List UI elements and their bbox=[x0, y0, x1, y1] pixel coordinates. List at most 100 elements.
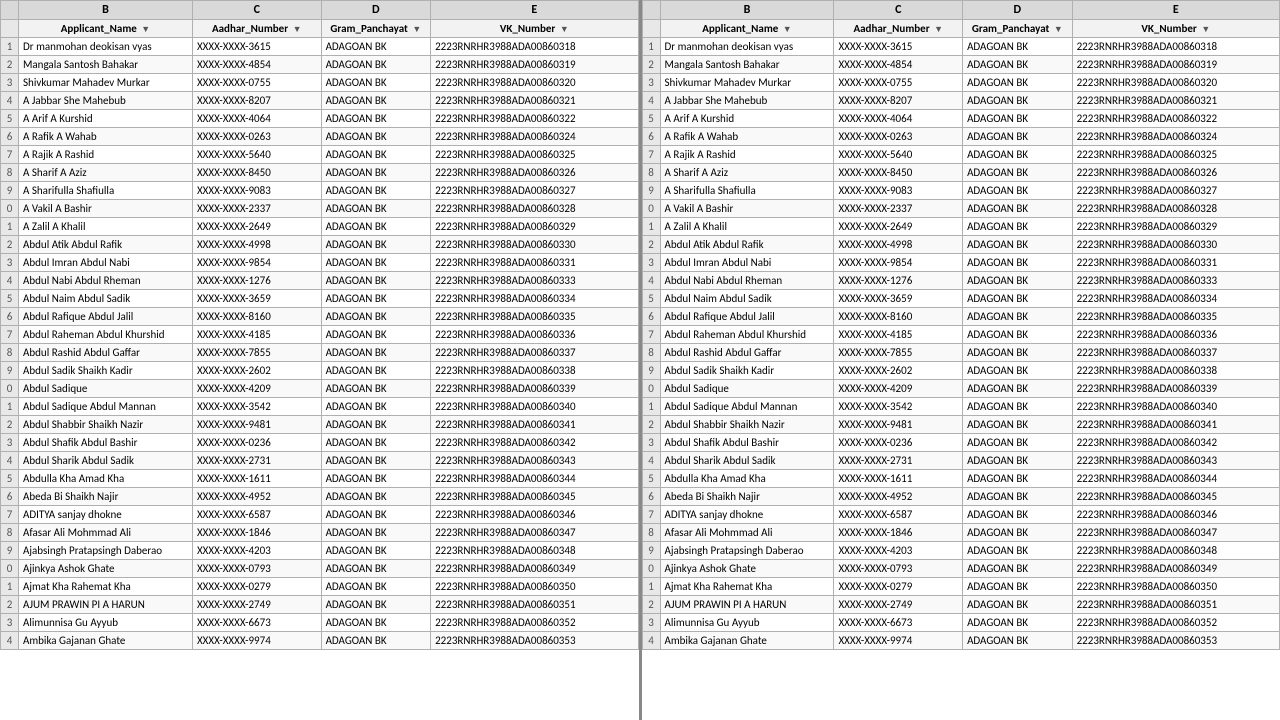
table-row[interactable]: 1A Zalil A KhalilXXXX-XXXX-2649ADAGOAN B… bbox=[1, 218, 639, 236]
table-row[interactable]: 9A Sharifulla ShafiullaXXXX-XXXX-9083ADA… bbox=[1, 182, 639, 200]
table-row[interactable]: 4Abdul Sharik Abdul SadikXXXX-XXXX-2731A… bbox=[642, 452, 1280, 470]
table-row[interactable]: 6Abdul Rafique Abdul JalilXXXX-XXXX-8160… bbox=[1, 308, 639, 326]
table-row[interactable]: 2AJUM PRAWIN PI A HARUNXXXX-XXXX-2749ADA… bbox=[1, 596, 639, 614]
table-row[interactable]: 3Abdul Imran Abdul NabiXXXX-XXXX-9854ADA… bbox=[1, 254, 639, 272]
table-row[interactable]: 0Ajinkya Ashok GhateXXXX-XXXX-0793ADAGOA… bbox=[1, 560, 639, 578]
aadhar-number-cell: XXXX-XXXX-2731 bbox=[192, 452, 321, 470]
table-row[interactable]: 2Abdul Shabbir Shaikh NazirXXXX-XXXX-948… bbox=[1, 416, 639, 434]
table-row[interactable]: 0Abdul SadiqueXXXX-XXXX-4209ADAGOAN BK22… bbox=[1, 380, 639, 398]
table-row[interactable]: 1Dr manmohan deokisan vyasXXXX-XXXX-3615… bbox=[1, 38, 639, 56]
table-row[interactable]: 1A Zalil A KhalilXXXX-XXXX-2649ADAGOAN B… bbox=[642, 218, 1280, 236]
table-row[interactable]: 1Abdul Sadique Abdul MannanXXXX-XXXX-354… bbox=[642, 398, 1280, 416]
aadhar-number-cell: XXXX-XXXX-2749 bbox=[192, 596, 321, 614]
table-row[interactable]: 7A Rajik A RashidXXXX-XXXX-5640ADAGOAN B… bbox=[1, 146, 639, 164]
table-wrapper: B C D E Applicant_Name ▼ Aadhar_Number ▼… bbox=[0, 0, 1280, 720]
vk-number-cell: 2223RNRHR3988ADA00860351 bbox=[1072, 596, 1279, 614]
table-row[interactable]: 2Abdul Shabbir Shaikh NazirXXXX-XXXX-948… bbox=[642, 416, 1280, 434]
table-row[interactable]: 9Abdul Sadik Shaikh KadirXXXX-XXXX-2602A… bbox=[642, 362, 1280, 380]
table-row[interactable]: 3Abdul Imran Abdul NabiXXXX-XXXX-9854ADA… bbox=[642, 254, 1280, 272]
right-sort-arrow-aadhar: ▼ bbox=[934, 24, 943, 35]
table-row[interactable]: 7Abdul Raheman Abdul KhurshidXXXX-XXXX-4… bbox=[1, 326, 639, 344]
table-row[interactable]: 5Abdul Naim Abdul SadikXXXX-XXXX-3659ADA… bbox=[642, 290, 1280, 308]
vk-number-cell: 2223RNRHR3988ADA00860335 bbox=[1072, 308, 1279, 326]
table-row[interactable]: 3Alimunnisa Gu AyyubXXXX-XXXX-6673ADAGOA… bbox=[1, 614, 639, 632]
table-row[interactable]: 8Afasar Ali Mohmmad AliXXXX-XXXX-1846ADA… bbox=[642, 524, 1280, 542]
left-panel[interactable]: B C D E Applicant_Name ▼ Aadhar_Number ▼… bbox=[0, 0, 642, 720]
right-vk-number-header[interactable]: VK_Number ▼ bbox=[1072, 20, 1279, 38]
table-row[interactable]: 3Alimunnisa Gu AyyubXXXX-XXXX-6673ADAGOA… bbox=[642, 614, 1280, 632]
table-row[interactable]: 5Abdul Naim Abdul SadikXXXX-XXXX-3659ADA… bbox=[1, 290, 639, 308]
table-row[interactable]: 9Abdul Sadik Shaikh KadirXXXX-XXXX-2602A… bbox=[1, 362, 639, 380]
row-number: 1 bbox=[1, 38, 19, 56]
table-row[interactable]: 7A Rajik A RashidXXXX-XXXX-5640ADAGOAN B… bbox=[642, 146, 1280, 164]
table-row[interactable]: 5A Arif A KurshidXXXX-XXXX-4064ADAGOAN B… bbox=[642, 110, 1280, 128]
aadhar-number-header[interactable]: Aadhar_Number ▼ bbox=[192, 20, 321, 38]
applicant-name-cell: Abdul Nabi Abdul Rheman bbox=[660, 272, 834, 290]
applicant-name-cell: Afasar Ali Mohmmad Ali bbox=[660, 524, 834, 542]
vk-number-cell: 2223RNRHR3988ADA00860329 bbox=[431, 218, 638, 236]
right-panel[interactable]: B C D E Applicant_Name ▼ Aadhar_Number ▼… bbox=[642, 0, 1280, 720]
right-gram-panchayat-header[interactable]: Gram_Panchayat ▼ bbox=[963, 20, 1073, 38]
table-row[interactable]: 4Ambika Gajanan GhateXXXX-XXXX-9974ADAGO… bbox=[642, 632, 1280, 650]
table-row[interactable]: 4Abdul Sharik Abdul SadikXXXX-XXXX-2731A… bbox=[1, 452, 639, 470]
table-row[interactable]: 8Afasar Ali Mohmmad AliXXXX-XXXX-1846ADA… bbox=[1, 524, 639, 542]
table-row[interactable]: 3Shivkumar Mahadev MurkarXXXX-XXXX-0755A… bbox=[1, 74, 639, 92]
table-row[interactable]: 8A Sharif A AzizXXXX-XXXX-8450ADAGOAN BK… bbox=[1, 164, 639, 182]
table-row[interactable]: 0Ajinkya Ashok GhateXXXX-XXXX-0793ADAGOA… bbox=[642, 560, 1280, 578]
table-row[interactable]: 6A Rafik A WahabXXXX-XXXX-0263ADAGOAN BK… bbox=[642, 128, 1280, 146]
gram-panchayat-header[interactable]: Gram_Panchayat ▼ bbox=[321, 20, 431, 38]
table-row[interactable]: 5Abdulla Kha Amad KhaXXXX-XXXX-1611ADAGO… bbox=[1, 470, 639, 488]
applicant-name-cell: Abdul Shafik Abdul Bashir bbox=[19, 434, 193, 452]
table-row[interactable]: 7ADITYA sanjay dhokneXXXX-XXXX-6587ADAGO… bbox=[1, 506, 639, 524]
table-row[interactable]: 7Abdul Raheman Abdul KhurshidXXXX-XXXX-4… bbox=[642, 326, 1280, 344]
table-row[interactable]: 6Abeda Bi Shaikh NajirXXXX-XXXX-4952ADAG… bbox=[1, 488, 639, 506]
table-row[interactable]: 7ADITYA sanjay dhokneXXXX-XXXX-6587ADAGO… bbox=[642, 506, 1280, 524]
table-row[interactable]: 6Abdul Rafique Abdul JalilXXXX-XXXX-8160… bbox=[642, 308, 1280, 326]
table-row[interactable]: 0A Vakil A BashirXXXX-XXXX-2337ADAGOAN B… bbox=[1, 200, 639, 218]
table-row[interactable]: 4Abdul Nabi Abdul RhemanXXXX-XXXX-1276AD… bbox=[1, 272, 639, 290]
table-row[interactable]: 5Abdulla Kha Amad KhaXXXX-XXXX-1611ADAGO… bbox=[642, 470, 1280, 488]
table-row[interactable]: 4Ambika Gajanan GhateXXXX-XXXX-9974ADAGO… bbox=[1, 632, 639, 650]
table-row[interactable]: 3Abdul Shafik Abdul BashirXXXX-XXXX-0236… bbox=[642, 434, 1280, 452]
table-row[interactable]: 0Abdul SadiqueXXXX-XXXX-4209ADAGOAN BK22… bbox=[642, 380, 1280, 398]
table-row[interactable]: 2AJUM PRAWIN PI A HARUNXXXX-XXXX-2749ADA… bbox=[642, 596, 1280, 614]
applicant-name-cell: Ambika Gajanan Ghate bbox=[19, 632, 193, 650]
table-row[interactable]: 1Dr manmohan deokisan vyasXXXX-XXXX-3615… bbox=[642, 38, 1280, 56]
right-col-d-header: D bbox=[963, 1, 1073, 20]
aadhar-number-cell: XXXX-XXXX-4064 bbox=[192, 110, 321, 128]
table-row[interactable]: 2Mangala Santosh BahakarXXXX-XXXX-4854AD… bbox=[642, 56, 1280, 74]
table-row[interactable]: 9A Sharifulla ShafiullaXXXX-XXXX-9083ADA… bbox=[642, 182, 1280, 200]
table-row[interactable]: 4A Jabbar She MahebubXXXX-XXXX-8207ADAGO… bbox=[642, 92, 1280, 110]
table-row[interactable]: 8Abdul Rashid Abdul GaffarXXXX-XXXX-7855… bbox=[642, 344, 1280, 362]
table-row[interactable]: 2Mangala Santosh BahakarXXXX-XXXX-4854AD… bbox=[1, 56, 639, 74]
applicant-name-header[interactable]: Applicant_Name ▼ bbox=[19, 20, 193, 38]
table-row[interactable]: 1Ajmat Kha Rahemat KhaXXXX-XXXX-0279ADAG… bbox=[642, 578, 1280, 596]
table-row[interactable]: 3Shivkumar Mahadev MurkarXXXX-XXXX-0755A… bbox=[642, 74, 1280, 92]
table-row[interactable]: 6Abeda Bi Shaikh NajirXXXX-XXXX-4952ADAG… bbox=[642, 488, 1280, 506]
table-row[interactable]: 3Abdul Shafik Abdul BashirXXXX-XXXX-0236… bbox=[1, 434, 639, 452]
table-row[interactable]: 9Ajabsingh Pratapsingh DaberaoXXXX-XXXX-… bbox=[1, 542, 639, 560]
table-row[interactable]: 8A Sharif A AzizXXXX-XXXX-8450ADAGOAN BK… bbox=[642, 164, 1280, 182]
vk-number-header[interactable]: VK_Number ▼ bbox=[431, 20, 638, 38]
table-row[interactable]: 9Ajabsingh Pratapsingh DaberaoXXXX-XXXX-… bbox=[642, 542, 1280, 560]
table-row[interactable]: 5A Arif A KurshidXXXX-XXXX-4064ADAGOAN B… bbox=[1, 110, 639, 128]
table-row[interactable]: 1Ajmat Kha Rahemat KhaXXXX-XXXX-0279ADAG… bbox=[1, 578, 639, 596]
table-row[interactable]: 4Abdul Nabi Abdul RhemanXXXX-XXXX-1276AD… bbox=[642, 272, 1280, 290]
gram-panchayat-cell: ADAGOAN BK bbox=[321, 110, 431, 128]
right-aadhar-number-header[interactable]: Aadhar_Number ▼ bbox=[834, 20, 963, 38]
table-row[interactable]: 1Abdul Sadique Abdul MannanXXXX-XXXX-354… bbox=[1, 398, 639, 416]
applicant-name-cell: Abdul Sharik Abdul Sadik bbox=[660, 452, 834, 470]
applicant-name-cell: A Rafik A Wahab bbox=[19, 128, 193, 146]
right-table-body: 1Dr manmohan deokisan vyasXXXX-XXXX-3615… bbox=[642, 38, 1280, 650]
table-row[interactable]: 4A Jabbar She MahebubXXXX-XXXX-8207ADAGO… bbox=[1, 92, 639, 110]
right-applicant-name-header[interactable]: Applicant_Name ▼ bbox=[660, 20, 834, 38]
table-row[interactable]: 2Abdul Atik Abdul RafikXXXX-XXXX-4998ADA… bbox=[642, 236, 1280, 254]
aadhar-number-cell: XXXX-XXXX-3542 bbox=[192, 398, 321, 416]
vk-number-cell: 2223RNRHR3988ADA00860321 bbox=[1072, 92, 1279, 110]
table-row[interactable]: 0A Vakil A BashirXXXX-XXXX-2337ADAGOAN B… bbox=[642, 200, 1280, 218]
table-row[interactable]: 6A Rafik A WahabXXXX-XXXX-0263ADAGOAN BK… bbox=[1, 128, 639, 146]
table-row[interactable]: 2Abdul Atik Abdul RafikXXXX-XXXX-4998ADA… bbox=[1, 236, 639, 254]
gram-panchayat-cell: ADAGOAN BK bbox=[321, 362, 431, 380]
gram-panchayat-cell: ADAGOAN BK bbox=[321, 560, 431, 578]
table-row[interactable]: 8Abdul Rashid Abdul GaffarXXXX-XXXX-7855… bbox=[1, 344, 639, 362]
